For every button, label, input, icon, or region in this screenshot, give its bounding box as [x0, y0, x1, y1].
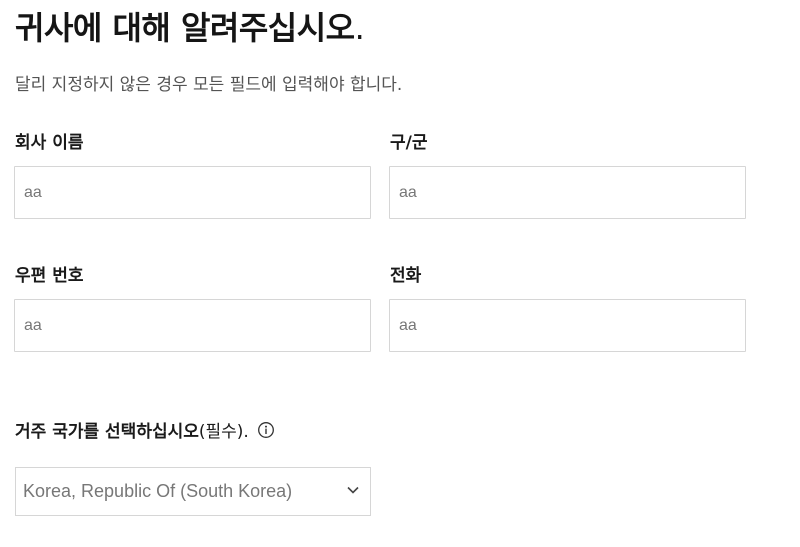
postal-code-input[interactable] [14, 299, 371, 352]
phone-label: 전화 [390, 266, 422, 286]
company-name-input[interactable] [14, 166, 371, 219]
country-label-required: (필수). [198, 422, 249, 442]
country-select[interactable]: Korea, Republic Of (South Korea) [15, 467, 371, 516]
page-title-text: 귀사에 대해 알려주십시오 [15, 9, 355, 47]
country-select-value: Korea, Republic Of (South Korea) [23, 481, 293, 501]
country-label: 거주 국가를 선택하십시오(필수). [15, 419, 275, 445]
district-label: 구/군 [390, 133, 428, 153]
chevron-down-icon [347, 486, 359, 494]
page-title: 귀사에 대해 알려주십시오. [15, 6, 365, 50]
country-label-text: 거주 국가를 선택하십시오 [15, 422, 199, 442]
postal-code-label: 우편 번호 [15, 266, 84, 286]
phone-input[interactable] [389, 299, 746, 352]
company-name-label: 회사 이름 [15, 133, 84, 153]
district-input[interactable] [389, 166, 746, 219]
info-icon[interactable] [257, 421, 275, 439]
form-instructions: 달리 지정하지 않은 경우 모든 필드에 입력해야 합니다. [15, 75, 403, 95]
company-info-form: 귀사에 대해 알려주십시오. 달리 지정하지 않은 경우 모든 필드에 입력해야… [0, 0, 800, 547]
page-title-period: . [354, 9, 365, 47]
